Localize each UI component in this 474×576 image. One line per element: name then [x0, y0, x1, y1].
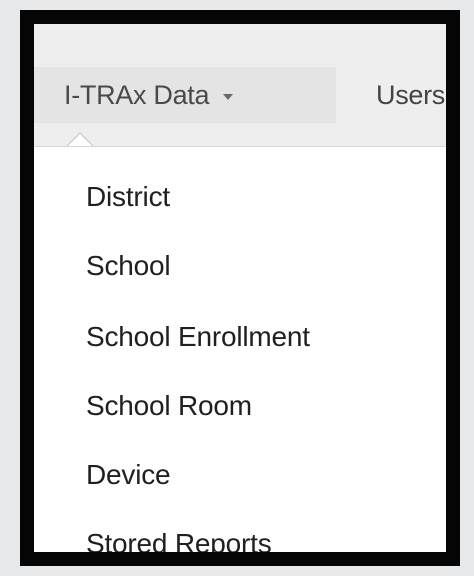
screenshot-canvas: I-TRAx Data Users District School School…	[0, 0, 474, 576]
dropdown-pointer-inner-icon	[68, 134, 92, 146]
top-navbar: I-TRAx Data Users	[34, 24, 446, 146]
itrax-data-menu-label: I-TRAx Data	[64, 79, 210, 110]
menu-item-device[interactable]: Device	[86, 459, 171, 491]
app-window: I-TRAx Data Users District School School…	[20, 10, 460, 566]
itrax-data-dropdown: District School School Enrollment School…	[34, 146, 446, 552]
menu-item-district[interactable]: District	[86, 181, 170, 213]
menu-item-school-enrollment[interactable]: School Enrollment	[86, 321, 310, 353]
users-menu-link[interactable]: Users	[376, 67, 446, 123]
menu-item-school[interactable]: School	[86, 250, 171, 282]
menu-item-stored-reports[interactable]: Stored Reports	[86, 528, 272, 552]
menu-item-school-room[interactable]: School Room	[86, 390, 252, 422]
itrax-data-menu-toggle[interactable]: I-TRAx Data	[34, 67, 336, 123]
caret-down-icon	[223, 94, 234, 100]
users-menu-label: Users	[376, 79, 446, 110]
